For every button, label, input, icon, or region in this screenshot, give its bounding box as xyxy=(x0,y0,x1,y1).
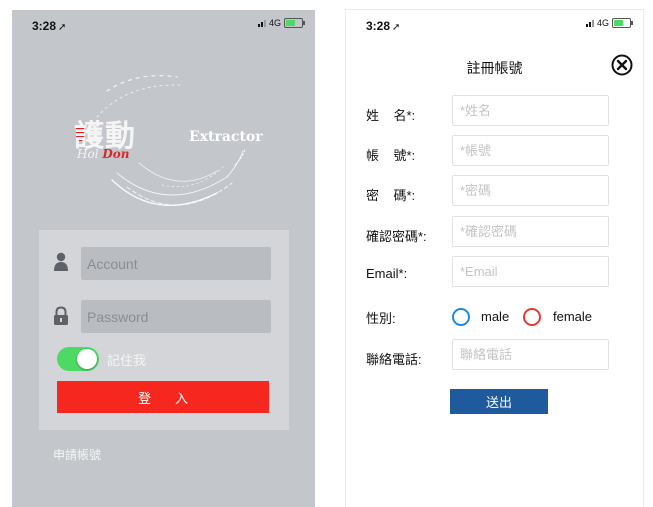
name-input[interactable] xyxy=(452,95,609,126)
location-arrow-icon: ➚ xyxy=(58,22,67,33)
signal-icon xyxy=(585,19,594,27)
account-input[interactable] xyxy=(452,135,609,166)
phone-label: 聯絡電話: xyxy=(366,352,422,367)
gender-male-radio[interactable] xyxy=(452,308,470,326)
lock-icon xyxy=(54,306,68,325)
toggle-knob xyxy=(77,349,97,369)
account-input[interactable] xyxy=(81,247,271,280)
register-account-link[interactable]: 申請帳號 xyxy=(53,446,101,463)
gender-male-label: male xyxy=(481,309,510,324)
email-label: Email*: xyxy=(366,266,408,281)
password-input[interactable] xyxy=(81,300,271,333)
confirm-password-label: 確認密碼*: xyxy=(366,229,427,244)
logo-product-name: Extractor xyxy=(189,129,263,145)
register-screen: 3:28➚ 4G 註冊帳號 姓 名*: 帳 號*: 密 碼*: 確認密碼*: E… xyxy=(346,10,643,507)
remember-me-label: 記住我 xyxy=(107,352,147,368)
remember-me-toggle[interactable] xyxy=(57,347,99,371)
page-title: 註冊帳號 xyxy=(466,60,523,76)
submit-button[interactable]: 送出 xyxy=(450,389,548,414)
battery-icon xyxy=(612,18,633,28)
status-bar: 3:28 ➚ 4G xyxy=(12,10,315,38)
name-label: 姓 名*: xyxy=(366,108,416,123)
status-time: 3:28 xyxy=(366,19,391,33)
email-input[interactable] xyxy=(452,256,609,287)
remember-me: 記住我 xyxy=(57,347,146,371)
login-panel: 記住我 登入 xyxy=(39,230,289,430)
network-type: 4G xyxy=(596,18,609,28)
login-screen: 3:28 ➚ 4G 護動 Hol Don Extractor Account 記… xyxy=(12,10,315,507)
gender-female-label: female xyxy=(553,309,593,324)
user-icon xyxy=(54,252,68,271)
location-arrow-icon: ➚ xyxy=(392,22,401,33)
signal-icon xyxy=(257,19,266,27)
status-bar: 3:28 ➚ 4G xyxy=(346,10,643,38)
status-time: 3:28 xyxy=(32,19,57,33)
confirm-password-input[interactable] xyxy=(452,216,609,247)
network-type: 4G xyxy=(268,18,281,28)
account-label: 帳 號*: xyxy=(366,148,416,163)
logo-english: Hol Don xyxy=(77,147,130,161)
phone-input[interactable] xyxy=(452,339,609,370)
app-logo: 護動 Hol Don Extractor xyxy=(67,65,307,235)
battery-icon xyxy=(284,18,305,28)
gender-label: 性別: xyxy=(366,311,396,326)
password-label: 密 碼*: xyxy=(366,188,416,203)
login-button[interactable]: 登入 xyxy=(57,381,269,413)
close-icon[interactable] xyxy=(611,54,633,76)
password-input[interactable] xyxy=(452,175,609,206)
gender-female-radio[interactable] xyxy=(523,308,541,326)
